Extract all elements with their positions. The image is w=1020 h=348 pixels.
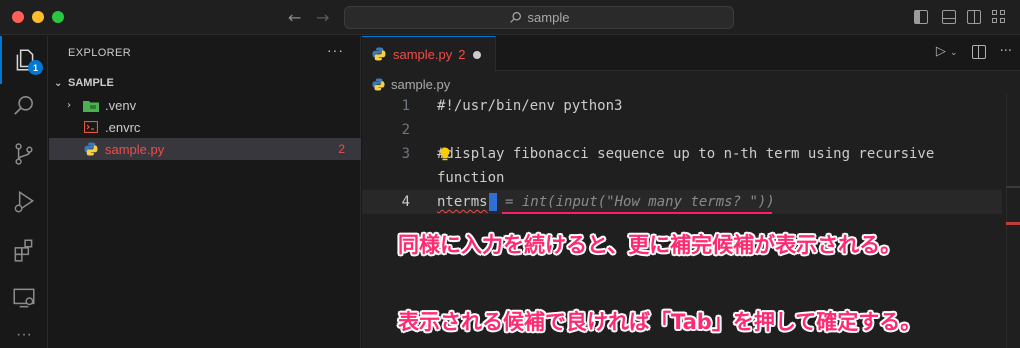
editor-actions: ▷ ⌄ ···: [936, 44, 1012, 59]
extensions-activity[interactable]: [0, 226, 48, 274]
remote-explorer-activity[interactable]: [0, 274, 48, 322]
tree-item-label: .envrc: [105, 119, 141, 135]
scroll-indicator: [1006, 186, 1020, 188]
annotation-text: 表示される候補で良ければ「Tab」を押して確定する。: [398, 310, 922, 334]
tab-label: sample.py: [393, 46, 453, 62]
run-play-icon[interactable]: ▷ ⌄: [936, 44, 958, 59]
explorer-badge: 1: [28, 60, 43, 75]
tree-item-envrc[interactable]: .envrc: [49, 116, 361, 138]
more-actions-icon[interactable]: ···: [1000, 44, 1012, 59]
chevron-down-icon: ⌄: [54, 77, 63, 89]
split-editor-icon[interactable]: [971, 44, 986, 59]
code-line: 1 #!/usr/bin/env python3: [362, 94, 1002, 118]
tab-sample-py[interactable]: sample.py 2: [362, 36, 496, 71]
maximize-window-button[interactable]: [52, 11, 64, 23]
annotation-text: 同様に入力を続けると、更に補完候補が表示される。: [398, 233, 902, 257]
line-text: #!/usr/bin/env python3: [437, 98, 623, 114]
more-activity-icon[interactable]: ···: [0, 326, 48, 348]
explorer-activity[interactable]: 1: [0, 36, 48, 84]
close-window-button[interactable]: [12, 11, 24, 23]
tree-item-label: sample.py: [105, 141, 165, 157]
error-marker: [1006, 222, 1020, 225]
customize-layout-icon[interactable]: [992, 10, 1006, 24]
search-text: sample: [527, 10, 570, 25]
breadcrumb[interactable]: sample.py: [372, 74, 450, 94]
toggle-primary-sidebar-icon[interactable]: [914, 10, 928, 24]
explorer-sidebar: EXPLORER ··· ⌄ SAMPLE › .venv .envrc sam…: [49, 36, 361, 348]
title-bar: ← → sample: [0, 0, 1020, 35]
suggestion-highlight-underline: [502, 212, 772, 214]
chevron-right-icon: ›: [67, 99, 71, 111]
inline-suggestion[interactable]: = int(input("How many terms? ")): [505, 194, 775, 210]
search-icon: [509, 12, 521, 23]
command-center-search[interactable]: sample: [344, 6, 734, 29]
search-icon: [14, 95, 33, 115]
tab-bar: sample.py 2 ▷ ⌄ ···: [362, 36, 1020, 71]
breadcrumb-file: sample.py: [391, 76, 451, 92]
lightbulb-icon[interactable]: [439, 147, 451, 161]
tree-item-label: .venv: [105, 97, 137, 113]
toggle-secondary-sidebar-icon[interactable]: [967, 10, 981, 24]
line-number: 1: [401, 98, 410, 114]
line-text: function: [437, 170, 505, 186]
line-number: 3: [401, 146, 410, 162]
tree-item-venv[interactable]: › .venv: [49, 94, 361, 116]
python-icon: [372, 77, 385, 91]
forward-arrow-icon[interactable]: →: [316, 8, 329, 27]
typed-text: nterms: [437, 194, 488, 210]
code-line: function: [362, 166, 1002, 190]
sidebar-title: EXPLORER: [68, 47, 132, 59]
source-control-activity[interactable]: [0, 130, 48, 178]
python-icon: [83, 142, 99, 156]
terminal-file-icon: [83, 120, 99, 134]
extensions-icon: [14, 239, 33, 262]
text-cursor: [488, 193, 497, 211]
folder-icon: [83, 98, 99, 112]
problem-count-badge: 2: [338, 142, 345, 156]
code-line-current: 4 nterms = int(input("How many terms? ")…: [362, 190, 1002, 214]
toggle-panel-icon[interactable]: [942, 10, 956, 24]
remote-explorer-icon: [13, 288, 35, 308]
python-icon: [372, 47, 386, 61]
source-control-icon: [15, 143, 33, 165]
line-text: #display fibonacci sequence up to n-th t…: [437, 146, 935, 162]
code-line: 2: [362, 118, 1002, 142]
unsaved-dot-icon[interactable]: [473, 51, 481, 59]
tree-item-sample-py[interactable]: sample.py 2: [49, 138, 361, 160]
code-line: 3 #display fibonacci sequence up to n-th…: [362, 142, 1002, 166]
run-debug-icon: [14, 190, 35, 213]
line-number: 4: [401, 194, 410, 210]
activity-bar: 1 ···: [0, 36, 48, 348]
overview-ruler[interactable]: [1006, 94, 1020, 348]
minimize-window-button[interactable]: [32, 11, 44, 23]
workspace-section-header[interactable]: ⌄ SAMPLE: [49, 72, 361, 94]
tab-problem-count: 2: [458, 46, 466, 62]
workspace-name: SAMPLE: [68, 77, 114, 89]
editor-group: sample.py 2 ▷ ⌄ ··· sample.py 1 #!/usr/b…: [362, 36, 1020, 348]
line-number: 2: [401, 122, 410, 138]
back-arrow-icon[interactable]: ←: [288, 8, 301, 27]
search-activity[interactable]: [0, 82, 48, 130]
more-actions-icon[interactable]: ···: [327, 42, 344, 58]
run-debug-activity[interactable]: [0, 178, 48, 226]
